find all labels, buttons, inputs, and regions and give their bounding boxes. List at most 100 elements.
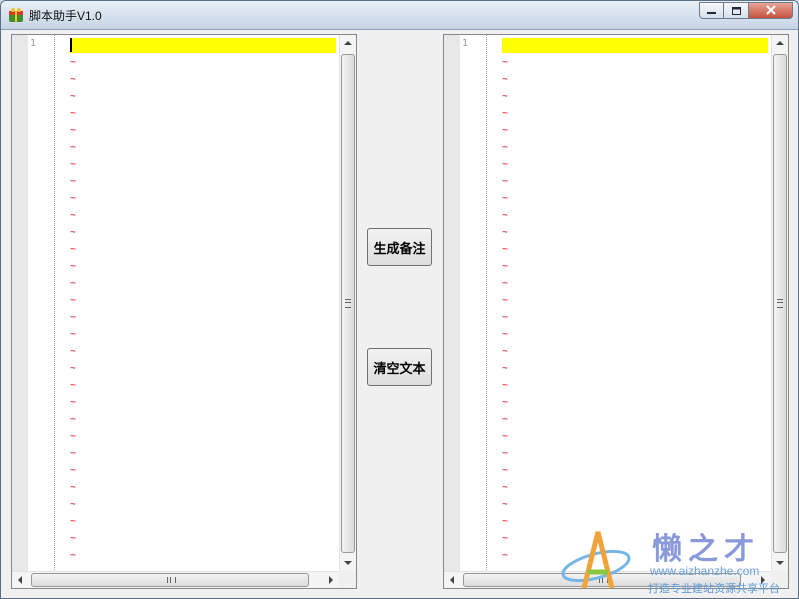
maximize-icon	[731, 6, 741, 15]
empty-line-marker: ~	[70, 159, 77, 170]
empty-line-marker: ~	[502, 363, 509, 374]
vertical-scroll-thumb[interactable]	[341, 54, 355, 553]
empty-line-marker: ~	[70, 74, 77, 85]
fold-margin	[444, 35, 460, 572]
left-editor[interactable]: 1 ~~~~~~~~~~~~~~~~~~~~~~~~~~~~~~~	[11, 34, 357, 589]
watermark-logo-text: 懒之才	[652, 532, 760, 567]
scroll-corner	[339, 571, 356, 588]
empty-line-marker: ~	[70, 227, 77, 238]
maximize-button[interactable]	[724, 2, 749, 19]
empty-line-marker: ~	[70, 380, 77, 391]
watermark-logo-icon	[561, 531, 631, 589]
horizontal-scroll-thumb[interactable]	[31, 573, 309, 587]
watermark: 懒之才 www.aizhanzhe.com 打造专业建站资源共享平台	[558, 524, 798, 596]
empty-line-marker: ~	[70, 261, 77, 272]
empty-line-marker: ~	[502, 516, 509, 527]
empty-line-marker: ~	[70, 363, 77, 374]
empty-line-marker: ~	[70, 193, 77, 204]
empty-line-marker: ~	[502, 414, 509, 425]
empty-line-marker: ~	[70, 244, 77, 255]
grip-icon	[345, 299, 351, 308]
empty-line-marker: ~	[70, 312, 77, 323]
empty-line-marker: ~	[70, 431, 77, 442]
empty-line-marker: ~	[70, 397, 77, 408]
empty-line-marker: ~	[70, 516, 77, 527]
client-area: 1 ~ ~ ~ ~ ~ ~ ~ ~ ~ ~ ~ ~ ~ ~ ~ ~ ~ ~ ~ ~ ~ ~ ~ ~ ~ ~ ~ ~ ~ ~ ~ 生成备注 清…	[8, 31, 791, 592]
empty-line-marker: ~	[70, 346, 77, 357]
line-number-margin: 1	[460, 35, 487, 572]
current-line-highlight	[70, 38, 336, 53]
vertical-scrollbar[interactable]	[771, 35, 788, 572]
horizontal-scrollbar[interactable]	[12, 571, 341, 588]
empty-line-marker: ~	[70, 210, 77, 221]
grip-icon	[167, 577, 176, 583]
empty-line-marker: ~	[70, 465, 77, 476]
empty-line-marker: ~	[502, 193, 509, 204]
vertical-scrollbar[interactable]	[339, 35, 356, 572]
empty-line-marker: ~	[70, 278, 77, 289]
empty-line-marker: ~	[502, 74, 509, 85]
empty-line-marker: ~	[502, 499, 509, 510]
empty-line-marker: ~	[502, 159, 509, 170]
minimize-button[interactable]	[699, 2, 724, 19]
empty-line-marker: ~	[502, 380, 509, 391]
empty-line-marker: ~	[502, 142, 509, 153]
empty-line-marker: ~	[502, 244, 509, 255]
right-editor[interactable]: 1 ~~~~~~~~~~~~~~~~~~~~~~~~~~~~~~~	[443, 34, 789, 589]
scroll-left-icon[interactable]	[449, 576, 455, 584]
empty-line-marker: ~	[502, 125, 509, 136]
empty-line-marker: ~	[70, 448, 77, 459]
minimize-icon	[707, 11, 716, 14]
empty-line-marker: ~	[70, 176, 77, 187]
title-bar[interactable]: 脚本助手V1.0	[1, 1, 798, 30]
empty-line-marker: ~	[502, 533, 509, 544]
close-button[interactable]	[749, 2, 793, 19]
empty-line-marker: ~	[502, 482, 509, 493]
empty-line-marker: ~	[502, 278, 509, 289]
empty-line-marker: ~	[502, 550, 509, 561]
empty-line-marker: ~	[502, 108, 509, 119]
scroll-up-icon[interactable]	[344, 40, 352, 46]
watermark-slogan: 打造专业建站资源共享平台	[648, 582, 780, 595]
generate-comment-button[interactable]: 生成备注	[367, 228, 432, 266]
app-window: 脚本助手V1.0 1 ~ ~ ~ ~ ~ ~ ~ ~ ~ ~ ~ ~ ~ ~ ~ ~ ~ ~ ~ ~ ~ ~ ~ ~ ~ ~ ~ ~ ~…	[0, 0, 799, 599]
clear-text-button[interactable]: 清空文本	[367, 348, 432, 386]
empty-line-marker: ~	[70, 91, 77, 102]
empty-line-marker: ~	[70, 499, 77, 510]
empty-line-marker: ~	[502, 329, 509, 340]
empty-line-marker: ~	[502, 227, 509, 238]
empty-line-marker: ~	[502, 465, 509, 476]
empty-line-marker: ~	[502, 176, 509, 187]
empty-line-marker: ~	[70, 57, 77, 68]
empty-line-marker: ~	[502, 261, 509, 272]
empty-line-marker: ~	[70, 125, 77, 136]
empty-line-marker: ~	[70, 329, 77, 340]
scroll-right-icon[interactable]	[328, 576, 334, 584]
scroll-up-icon[interactable]	[776, 40, 784, 46]
empty-line-marker: ~	[502, 397, 509, 408]
empty-line-marker: ~	[502, 57, 509, 68]
app-icon	[9, 8, 23, 22]
line-number-margin: 1	[28, 35, 55, 572]
empty-line-marker: ~	[502, 431, 509, 442]
watermark-url: www.aizhanzhe.com	[650, 564, 760, 578]
empty-line-marker: ~	[502, 312, 509, 323]
close-icon	[765, 5, 776, 15]
scroll-down-icon[interactable]	[344, 560, 352, 566]
empty-line-marker: ~	[502, 346, 509, 357]
right-text-area[interactable]: ~~~~~~~~~~~~~~~~~~~~~~~~~~~~~~~	[502, 35, 768, 572]
empty-line-marker: ~	[70, 550, 77, 561]
left-text-area[interactable]: ~~~~~~~~~~~~~~~~~~~~~~~~~~~~~~~	[70, 35, 336, 572]
fold-margin	[12, 35, 28, 572]
empty-line-marker: ~	[502, 210, 509, 221]
text-caret	[70, 38, 72, 52]
empty-line-marker: ~	[70, 108, 77, 119]
empty-line-marker: ~	[70, 533, 77, 544]
empty-line-marker: ~	[70, 482, 77, 493]
line-number: 1	[30, 38, 37, 49]
vertical-scroll-thumb[interactable]	[773, 54, 787, 553]
empty-line-marker: ~	[502, 448, 509, 459]
empty-line-marker: ~	[502, 295, 509, 306]
scroll-left-icon[interactable]	[17, 576, 23, 584]
grip-icon	[777, 299, 783, 308]
